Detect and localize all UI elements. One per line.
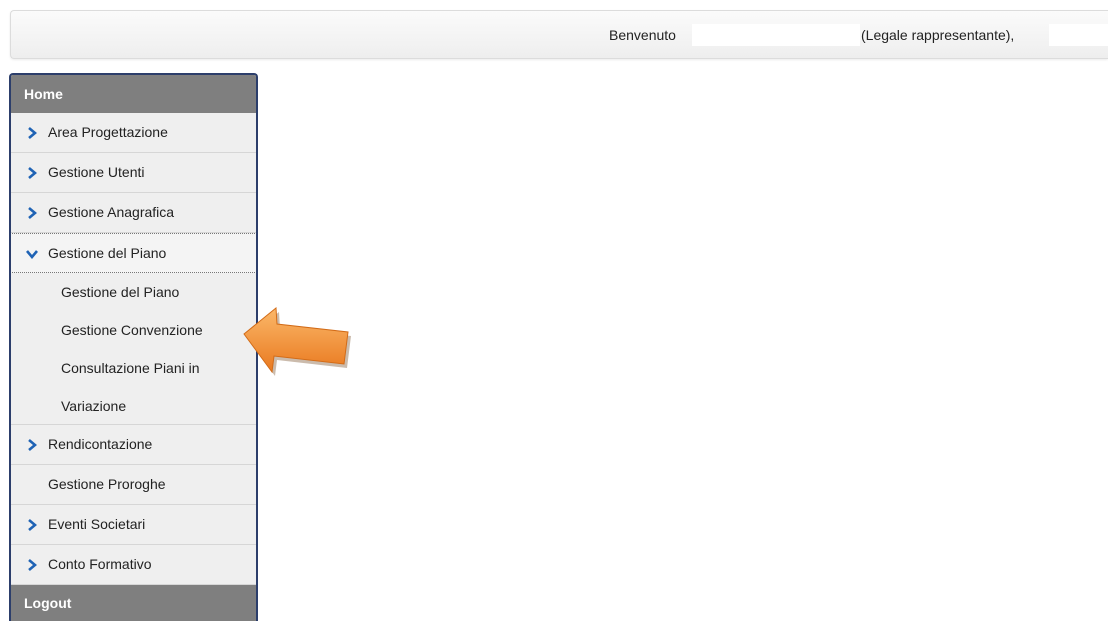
- sidebar-menu: Home Area Progettazione Gestione Utenti …: [9, 73, 258, 621]
- sidebar-item-area-progettazione[interactable]: Area Progettazione: [11, 113, 256, 153]
- sidebar-item-label: Rendicontazione: [48, 436, 153, 452]
- chevron-right-icon: [24, 205, 40, 221]
- logout-button[interactable]: Logout: [11, 585, 256, 621]
- page: Benvenuto (Legale rappresentante), Home …: [0, 0, 1108, 621]
- sidebar-item-gestione-del-piano[interactable]: Gestione del Piano: [11, 233, 256, 273]
- sidebar-item-label: Conto Formativo: [48, 556, 152, 572]
- sidebar-home-link[interactable]: Home: [11, 75, 256, 113]
- sidebar-item-conto-formativo[interactable]: Conto Formativo: [11, 545, 256, 585]
- submenu-item-consultazione-piani[interactable]: Consultazione Piani in: [11, 349, 256, 387]
- user-name-field: [692, 24, 860, 46]
- user-role-text: (Legale rappresentante),: [861, 27, 1015, 43]
- sidebar-item-rendicontazione[interactable]: Rendicontazione: [11, 425, 256, 465]
- sidebar-item-gestione-utenti[interactable]: Gestione Utenti: [11, 153, 256, 193]
- chevron-right-icon: [24, 125, 40, 141]
- chevron-right-icon: [24, 437, 40, 453]
- top-header-bar: Benvenuto (Legale rappresentante),: [10, 10, 1108, 59]
- sidebar-item-gestione-proroghe[interactable]: Gestione Proroghe: [11, 465, 256, 505]
- company-name-field: [1049, 24, 1108, 46]
- sidebar-item-gestione-anagrafica[interactable]: Gestione Anagrafica: [11, 193, 256, 233]
- chevron-right-icon: [24, 165, 40, 181]
- sidebar-item-label: Gestione Utenti: [48, 164, 145, 180]
- orange-arrow-icon: [243, 306, 351, 376]
- sidebar-item-label: Eventi Societari: [48, 516, 146, 532]
- sidebar-item-label: Gestione Anagrafica: [48, 204, 175, 220]
- welcome-label: Benvenuto: [609, 27, 676, 43]
- sidebar-item-eventi-societari[interactable]: Eventi Societari: [11, 505, 256, 545]
- submenu-item-gestione-del-piano[interactable]: Gestione del Piano: [11, 273, 256, 311]
- submenu-item-gestione-convenzione[interactable]: Gestione Convenzione: [11, 311, 256, 349]
- sidebar-item-label: Gestione Proroghe: [48, 476, 166, 492]
- chevron-down-icon: [24, 246, 40, 262]
- submenu-item-consultazione-piani-line2[interactable]: Variazione: [11, 387, 256, 425]
- sidebar-item-label: Gestione del Piano: [48, 245, 167, 261]
- chevron-right-icon: [24, 517, 40, 533]
- chevron-right-icon: [24, 557, 40, 573]
- sidebar-item-label: Area Progettazione: [48, 124, 168, 140]
